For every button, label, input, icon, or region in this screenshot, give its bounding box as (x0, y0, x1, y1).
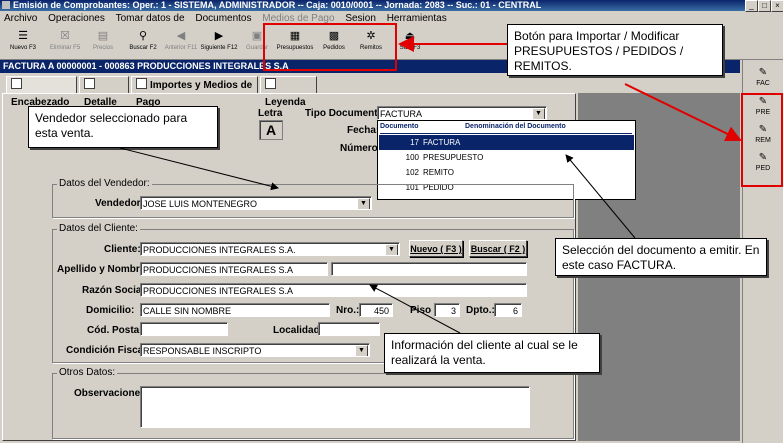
letra-label: Letra (258, 108, 283, 119)
localidad-label: Localidad: (273, 325, 324, 336)
cliente-select[interactable]: PRODUCCIONES INTEGRALES S.A. ▼ (140, 242, 400, 256)
tab-icon (11, 78, 22, 89)
piso-label: Piso (410, 305, 432, 316)
dpto-label: Dpto.: (466, 305, 495, 316)
numero-label: Número: (340, 143, 382, 154)
save-icon: ▣ (251, 30, 263, 42)
menu-archivo[interactable]: Archivo (4, 13, 37, 24)
domicilio-input[interactable]: CALLE SIN NOMBRE (140, 303, 330, 317)
previous-icon: ◀ (176, 30, 186, 42)
tab-encabezado[interactable]: Encabezado (6, 76, 77, 108)
previous-button: ◀ Anterior F11 (164, 30, 198, 51)
prices-icon: ▤ (97, 30, 109, 42)
domicilio-label: Domicilio: (86, 305, 135, 316)
callout-importar: Botón para Importar / Modificar PRESUPUE… (507, 24, 723, 76)
minimize-button[interactable]: _ (745, 0, 758, 12)
window-title: Emisión de Comprobantes: Oper.: 1 - SIST… (13, 0, 542, 10)
vendedor-select[interactable]: JOSE LUIS MONTENEGRO ▼ (140, 196, 372, 210)
binoculars-icon: ⚲ (138, 30, 148, 42)
nro-label: Nro.: (336, 305, 360, 316)
next-icon: ▶ (214, 30, 224, 42)
document-icon: ✎ (758, 96, 768, 107)
dpto-input[interactable]: 6 (494, 303, 522, 317)
nuevo-cliente-button[interactable]: Nuevo ( F3 ) (409, 240, 463, 257)
menu-documentos[interactable]: Documentos (195, 13, 251, 24)
exit-button[interactable]: ⏏ Salir F3 (396, 28, 424, 57)
otros-datos-group-title: Otros Datos: (57, 367, 118, 378)
delivery-notes-icon: ✲ (366, 30, 376, 42)
tab-icon (84, 78, 95, 89)
chevron-down-icon: ▼ (532, 108, 545, 119)
list-item[interactable]: 100 PRESUPUESTO (379, 150, 634, 165)
menu-medios-de-pago: Medios de Pago (262, 13, 335, 24)
chevron-down-icon: ▼ (355, 345, 368, 356)
razon-social-label: Razón Social: (82, 285, 148, 296)
callout-vendedor: Vendedor seleccionado para esta venta. (28, 106, 218, 148)
vendedor-group-title: Datos del Vendedor: (57, 178, 152, 189)
delete-button: ☒ Eliminar F5 (49, 30, 81, 51)
observaciones-label: Observaciones: (74, 388, 150, 399)
menu-sesion[interactable]: Sesion (345, 13, 376, 24)
orders-icon: ▩ (328, 30, 340, 42)
list-item[interactable]: 17 FACTURA (379, 135, 634, 150)
ped-button[interactable]: ✎ PED (751, 153, 775, 173)
rem-button[interactable]: ✎ REM (751, 125, 775, 145)
new-button[interactable]: ☰ Nuevo F3 (6, 28, 40, 57)
codigo-postal-label: Cód. Postal: (87, 325, 146, 336)
nro-input[interactable]: 450 (359, 303, 393, 317)
condicion-fiscal-label: Condición Fiscal: (66, 345, 150, 356)
search-button[interactable]: ⚲ Buscar F2 (126, 28, 160, 57)
new-icon: ☰ (18, 30, 28, 42)
menu-operaciones[interactable]: Operaciones (48, 13, 105, 24)
chevron-down-icon: ▼ (385, 244, 398, 255)
maximize-button[interactable]: □ (758, 0, 771, 12)
piso-input[interactable]: 3 (434, 303, 460, 317)
tab-leyenda[interactable]: Leyenda (260, 76, 317, 108)
localidad-input[interactable] (318, 322, 380, 336)
observaciones-textarea[interactable] (140, 386, 530, 428)
prices-button: ▤ Precios (92, 30, 113, 51)
codigo-postal-input[interactable] (140, 322, 228, 336)
fac-button[interactable]: ✎ FAC (751, 68, 775, 88)
fecha-label: Fecha: (347, 125, 380, 136)
window-title-bar: Emisión de Comprobantes: Oper.: 1 - SIST… (0, 0, 783, 11)
quotes-icon: ▦ (289, 30, 301, 42)
delivery-notes-button[interactable]: ✲ Remitos (356, 28, 386, 57)
delete-icon: ☒ (60, 30, 70, 42)
tipo-documento-label: Tipo Documento: (305, 108, 388, 119)
cliente-label: Cliente: (104, 244, 141, 255)
apellido-input[interactable]: PRODUCCIONES INTEGRALES S.A (140, 262, 328, 276)
tab-importes[interactable]: Importes y Medios de Pago (131, 76, 258, 108)
document-icon: ✎ (758, 124, 768, 135)
tab-detalle[interactable]: Detalle (79, 76, 129, 108)
list-header: Documento Denominación del Documento (380, 122, 632, 134)
document-icon: ✎ (758, 152, 768, 163)
vendedor-label: Vendedor: (95, 198, 144, 209)
tab-icon (136, 78, 147, 89)
letra-value: A (259, 120, 283, 140)
nombre-input[interactable] (331, 262, 527, 276)
list-item[interactable]: 102 REMITO (379, 165, 634, 180)
menu-tomar-datos[interactable]: Tomar datos de (116, 13, 185, 24)
close-button[interactable]: × (771, 0, 783, 12)
next-button[interactable]: ▶ Siguiente F12 (200, 28, 238, 57)
orders-button[interactable]: ▩ Pedidos (319, 28, 349, 57)
exit-icon: ⏏ (404, 30, 416, 42)
razon-social-input[interactable]: PRODUCCIONES INTEGRALES S.A (140, 283, 527, 297)
buscar-cliente-button[interactable]: Buscar ( F2 ) (469, 240, 527, 257)
chevron-down-icon: ▼ (357, 198, 370, 209)
cliente-group-title: Datos del Cliente: (57, 223, 140, 234)
tipo-documento-select[interactable]: FACTURA ▼ (377, 106, 547, 120)
app-icon (2, 1, 10, 9)
menu-herramientas[interactable]: Herramientas (387, 13, 447, 24)
tab-icon (265, 78, 276, 89)
quotes-button[interactable]: ▦ Presupuestos (274, 28, 316, 57)
save-button: ▣ Guardar (245, 30, 268, 51)
pre-button[interactable]: ✎ PRE (751, 97, 775, 117)
callout-cliente: Información del cliente al cual se le re… (384, 333, 600, 373)
condicion-fiscal-select[interactable]: RESPONSABLE INSCRIPTO ▼ (140, 343, 370, 357)
callout-seleccion: Selección del documento a emitir. En est… (555, 238, 767, 276)
document-icon: ✎ (758, 67, 768, 78)
